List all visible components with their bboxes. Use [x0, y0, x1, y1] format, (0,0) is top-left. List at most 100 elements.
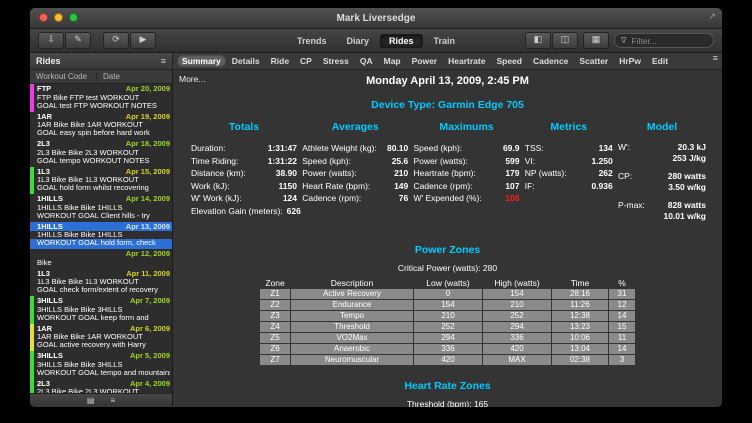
ride-list-item[interactable]: 1AR Apr 6, 2009 1AR Bike Bike 1AR WORKOU… — [30, 324, 172, 352]
analysis-tab[interactable]: Heartrate — [443, 55, 490, 67]
tiled-view-button[interactable]: ▦ — [583, 32, 609, 49]
list-column-headers[interactable]: Workout Code Date — [30, 70, 172, 84]
title-bar[interactable]: Mark Liversedge ↗ — [30, 8, 722, 29]
ride-list[interactable]: FTP Apr 20, 2009 FTP Bike FTP test WORKO… — [30, 84, 172, 393]
metric-value: 69.9 — [503, 142, 520, 155]
ride-list-item[interactable]: Apr 12, 2009 Bike — [30, 249, 172, 269]
ride-color-strip — [30, 84, 34, 112]
ride-list-item[interactable]: 2L3 Apr 4, 2009 2L3 Bike Bike 2L3 WORKOU… — [30, 379, 172, 394]
summary-row: TSS: 134 — [525, 142, 613, 155]
low-col-header: Low (watts) — [414, 278, 482, 288]
zone-percent-cell: 11 — [609, 333, 635, 343]
percent-col-header: % — [609, 278, 635, 288]
more-link[interactable]: More... — [179, 74, 205, 84]
metric-value: 626 — [287, 205, 301, 218]
zone-time-cell: 13:23 — [552, 322, 608, 332]
ride-goal-line: GOAL easy spin before hard work — [37, 129, 170, 137]
view-tab[interactable]: Rides — [380, 34, 423, 48]
metric-value: 76 — [399, 192, 408, 205]
close-button[interactable] — [39, 13, 48, 22]
app-window: Mark Liversedge ↗ ⇩ ✎ ⟳ ▶ Trends Diary R… — [30, 8, 722, 407]
metric-label: Speed (kph): — [302, 155, 351, 168]
sync-button[interactable]: ⟳ — [103, 32, 129, 49]
column-workout-code[interactable]: Workout Code — [30, 72, 97, 81]
model-value-secondary: 3.50 w/kg — [668, 182, 706, 192]
model-row: W': 20.3 kJ 253 J/kg — [618, 142, 706, 164]
ride-color-strip — [30, 139, 34, 167]
ride-list-item[interactable]: 1AR Apr 19, 2009 1AR Bike Bike 1AR WORKO… — [30, 112, 172, 140]
zone-cell: Z2 — [260, 300, 290, 310]
analysis-tab[interactable]: Scatter — [574, 55, 613, 67]
analysis-tab[interactable]: Details — [227, 55, 265, 67]
zone-description-cell: Threshold — [291, 322, 413, 332]
ride-list-item[interactable]: FTP Apr 20, 2009 FTP Bike FTP test WORKO… — [30, 84, 172, 112]
view-tab[interactable]: Diary — [337, 34, 378, 48]
ride-list-item[interactable]: 3HILLS Apr 5, 2009 3HILLS Bike Bike 3HIL… — [30, 351, 172, 379]
analysis-tab[interactable]: Edit — [647, 55, 673, 67]
ride-desc-line: 1L3 Bike Bike 1L3 WORKOUT — [37, 176, 170, 184]
minimize-button[interactable] — [54, 13, 63, 22]
analysis-tab[interactable]: CP — [295, 55, 317, 67]
import-ride-button[interactable]: ⇩ — [38, 32, 64, 49]
list-icon[interactable]: ≡ — [110, 396, 115, 405]
ride-list-item[interactable]: 3HILLS Apr 7, 2009 3HILLS Bike Bike 3HIL… — [30, 296, 172, 324]
toggle-lowbar-button[interactable]: ◫ — [552, 32, 578, 49]
tabs-menu-icon[interactable]: ≡ — [713, 53, 722, 69]
play-icon: ▶ — [140, 34, 147, 44]
metric-label: Speed (kph): — [414, 142, 463, 155]
zone-description-cell: Neuromuscular — [291, 355, 413, 365]
zone-description-cell: Endurance — [291, 300, 413, 310]
analysis-tabs: Summary Details Ride CP Stress QA Map Po… — [173, 53, 713, 69]
compose-icon: ✎ — [74, 34, 82, 44]
workout-code: 1L3 — [37, 168, 50, 177]
ride-goal-line: WORKOUT GOAL Client hills - try — [37, 212, 170, 220]
ride-title: Monday April 13, 2009, 2:45 PM — [173, 70, 722, 87]
calendar-icon[interactable]: ▤ — [87, 396, 95, 405]
summary-row: Elevation Gain (meters): 626 — [191, 205, 297, 218]
model-row: CP: 280 watts 3.50 w/kg — [618, 171, 706, 193]
summary-row: Speed (kph): 69.9 — [414, 142, 520, 155]
zone-col-header: Zone — [260, 278, 290, 288]
audio-button[interactable]: ▶ — [130, 32, 156, 49]
analysis-tab[interactable]: Speed — [491, 55, 527, 67]
view-switcher: Trends Diary Rides Train — [288, 34, 464, 48]
analysis-tab[interactable]: Summary — [177, 55, 226, 67]
summary-row: Time Riding: 1:31:22 — [191, 155, 297, 168]
model-value-secondary: 10.01 w/kg — [663, 211, 706, 221]
summary-row: Heart Rate (bpm): 149 — [302, 180, 408, 193]
manual-entry-button[interactable]: ✎ — [65, 32, 91, 49]
fullscreen-icon[interactable]: ↗ — [708, 11, 716, 22]
ride-list-item[interactable]: 1L3 Apr 15, 2009 1L3 Bike Bike 1L3 WORKO… — [30, 167, 172, 195]
zoom-button[interactable] — [69, 13, 78, 22]
metric-label: Athlete Weight (kg): — [302, 142, 377, 155]
analysis-tab[interactable]: Stress — [318, 55, 354, 67]
filter-input[interactable] — [629, 35, 697, 47]
workout-code: 1HILLS — [37, 195, 63, 204]
analysis-tab[interactable]: Cadence — [528, 55, 573, 67]
sidebar-menu-icon[interactable]: ≡ — [161, 56, 166, 66]
sidebar-header: Rides ≡ — [30, 53, 173, 69]
summary-row: Work (kJ): 1150 — [191, 180, 297, 193]
ride-list-item[interactable]: 1L3 Apr 11, 2009 1L3 Bike Bike 1L3 WORKO… — [30, 269, 172, 297]
ride-list-item[interactable]: 1HILLS Apr 13, 2009 1HILLS Bike Bike 1HI… — [30, 222, 172, 250]
ride-date: Apr 15, 2009 — [126, 168, 170, 177]
toggle-sidebar-button[interactable]: ◧ — [525, 32, 551, 49]
ride-color-strip — [30, 222, 34, 250]
view-tab[interactable]: Train — [425, 34, 465, 48]
analysis-tab[interactable]: Ride — [266, 55, 294, 67]
analysis-tab[interactable]: Power — [407, 55, 443, 67]
model-values: 828 watts 10.01 w/kg — [663, 200, 706, 222]
analysis-tab[interactable]: HrPw — [614, 55, 646, 67]
analysis-tab[interactable]: QA — [355, 55, 378, 67]
view-tab[interactable]: Trends — [288, 34, 336, 48]
ride-date: Apr 20, 2009 — [126, 85, 170, 94]
ride-list-item[interactable]: 1HILLS Apr 14, 2009 1HILLS Bike Bike 1HI… — [30, 194, 172, 222]
ride-date: Apr 6, 2009 — [130, 325, 170, 334]
totals-section: Totals Duration: 1:31:47 Time Riding: 1:… — [191, 121, 297, 229]
ride-list-item[interactable]: 2L3 Apr 18, 2009 2L3 Bike Bike 2L3 WORKO… — [30, 139, 172, 167]
zone-time-cell: 10:06 — [552, 333, 608, 343]
ride-goal-line: WORKOUT GOAL hold form, check — [37, 239, 170, 247]
analysis-tab[interactable]: Map — [379, 55, 406, 67]
column-date[interactable]: Date — [97, 72, 120, 81]
summary-row: W' Work (kJ): 124 — [191, 192, 297, 205]
